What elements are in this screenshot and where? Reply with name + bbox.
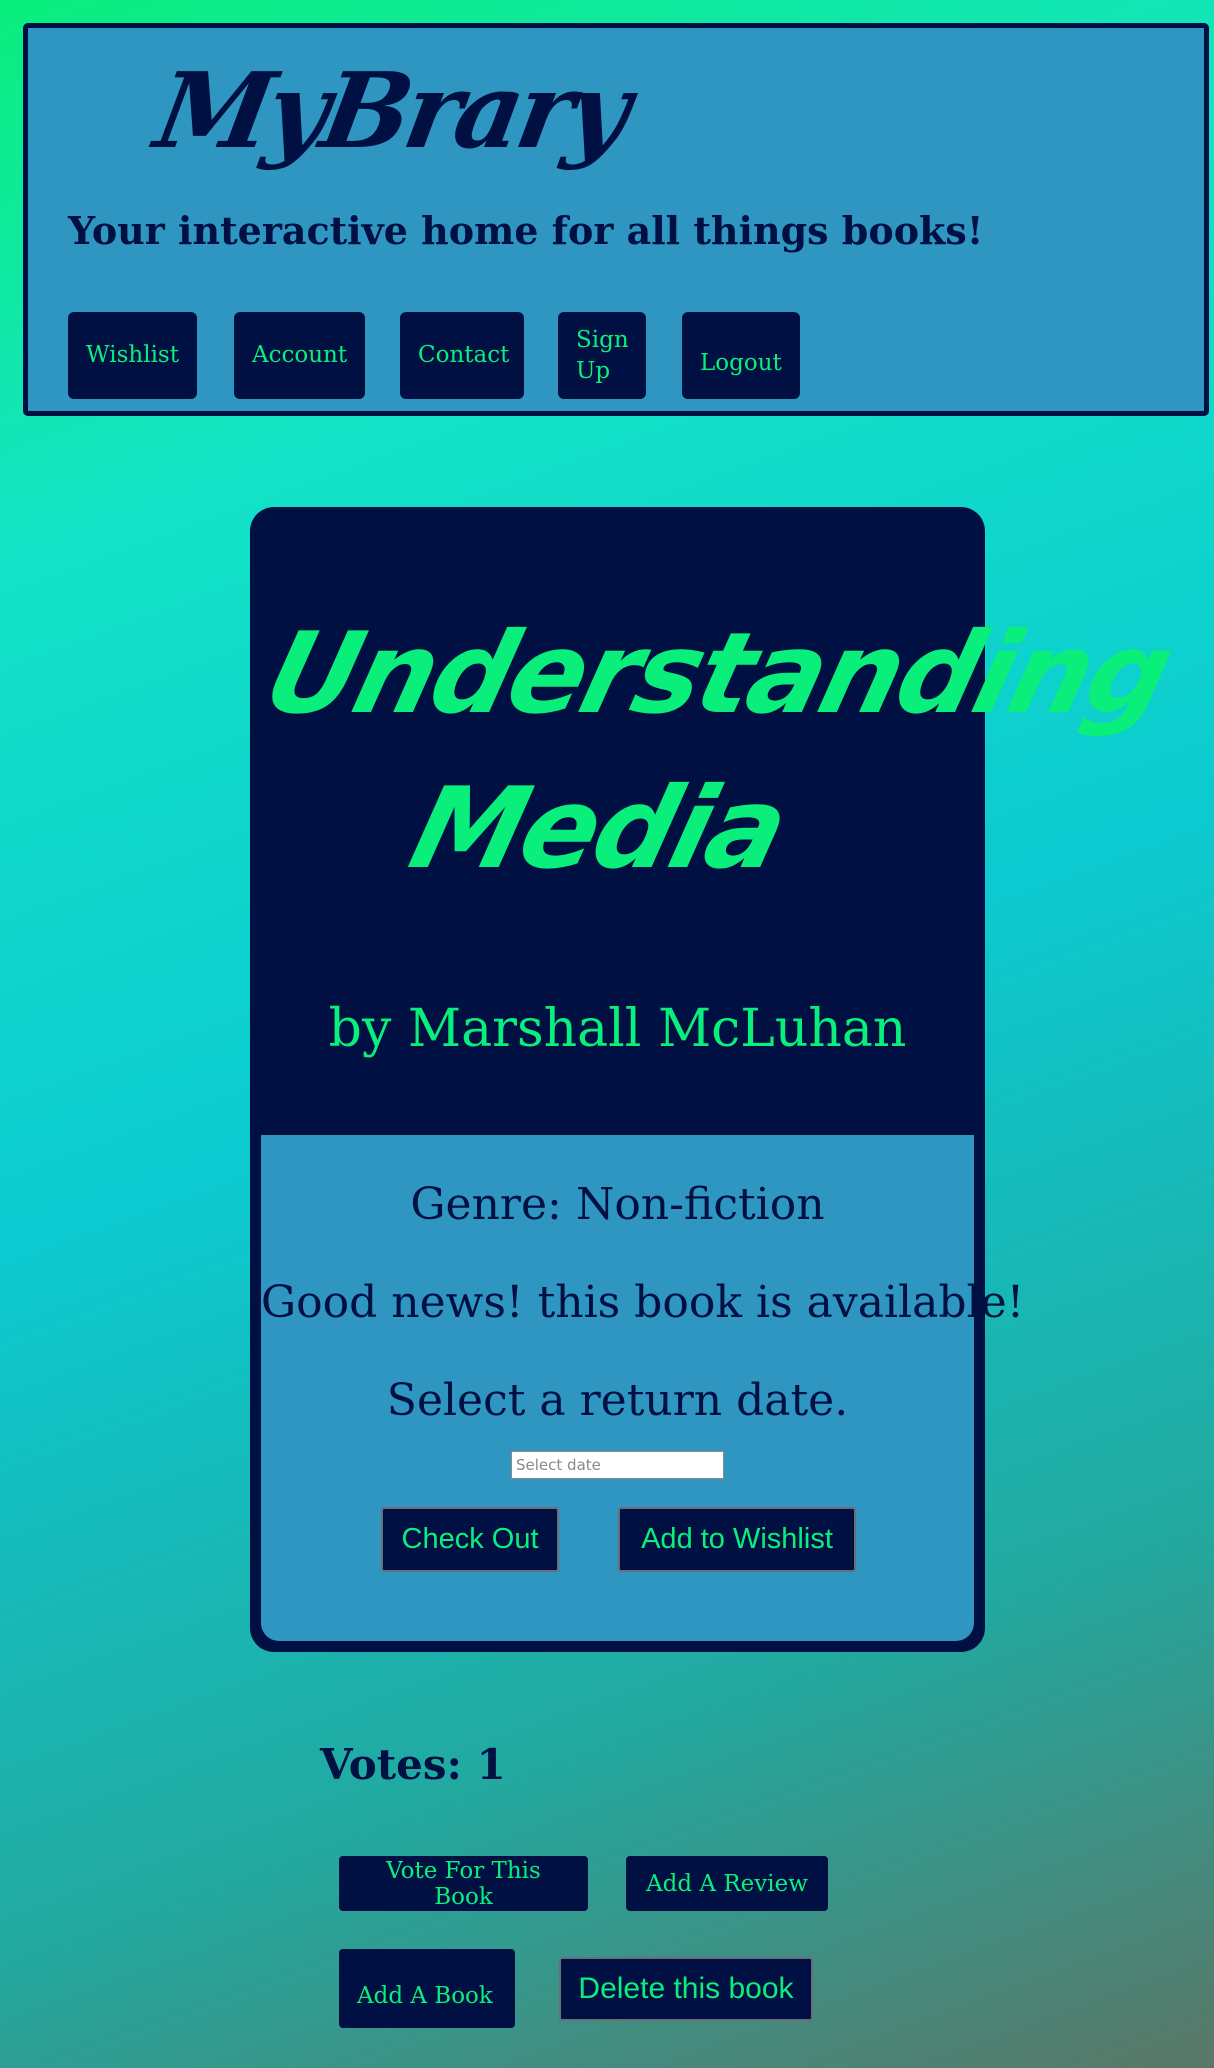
delete-book-button[interactable]: Delete this book bbox=[559, 1957, 813, 2021]
add-to-wishlist-label: Add to Wishlist bbox=[641, 1523, 833, 1555]
book-genre: Genre: Non-fiction bbox=[410, 1179, 825, 1230]
add-review-label: Add A Review bbox=[646, 1870, 808, 1897]
availability-message: Good news! this book is available! bbox=[261, 1277, 1025, 1328]
site-header: MyBrary Your interactive home for all th… bbox=[23, 23, 1209, 416]
nav-signup-label-line1: Sign bbox=[576, 326, 629, 353]
vote-for-book-label: Vote For This Book bbox=[386, 1857, 541, 1910]
nav-signup-button[interactable]: Sign Up bbox=[558, 312, 646, 399]
book-title: Understanding Media bbox=[211, 597, 1182, 907]
add-to-wishlist-button[interactable]: Add to Wishlist bbox=[618, 1507, 856, 1572]
book-title-line2: Media bbox=[398, 764, 798, 894]
nav-wishlist-label: Wishlist bbox=[86, 342, 179, 368]
nav-wishlist-button[interactable]: Wishlist bbox=[68, 312, 197, 399]
site-tagline: Your interactive home for all things boo… bbox=[68, 208, 984, 253]
book-details-panel: Genre: Non-fiction Good news! this book … bbox=[261, 1135, 1025, 1641]
vote-count: Votes: 1 bbox=[320, 1740, 506, 1789]
nav-signup-label-line2: Up bbox=[576, 357, 611, 384]
nav-account-label: Account bbox=[252, 342, 348, 368]
nav-contact-button[interactable]: Contact bbox=[400, 312, 524, 399]
site-logo[interactable]: MyBrary bbox=[147, 46, 636, 176]
return-date-prompt: Select a return date. bbox=[386, 1375, 849, 1426]
book-card: Understanding Media by Marshall McLuhan … bbox=[250, 507, 1183, 1652]
check-out-label: Check Out bbox=[401, 1523, 539, 1555]
add-book-label: Add A Book bbox=[357, 1982, 493, 2009]
nav-logout-label: Logout bbox=[700, 349, 782, 376]
book-author: by Marshall McLuhan bbox=[328, 999, 907, 1059]
vote-for-book-button[interactable]: Vote For This Book bbox=[339, 1856, 588, 1911]
add-review-button[interactable]: Add A Review bbox=[626, 1856, 828, 1911]
nav-account-button[interactable]: Account bbox=[234, 312, 365, 399]
return-date-input[interactable] bbox=[511, 1451, 724, 1479]
delete-book-label: Delete this book bbox=[578, 1972, 794, 2005]
add-book-button[interactable]: Add A Book bbox=[339, 1949, 515, 2028]
check-out-button[interactable]: Check Out bbox=[381, 1507, 559, 1572]
nav-logout-button[interactable]: Logout bbox=[682, 312, 800, 399]
book-title-line1: Understanding bbox=[253, 609, 1183, 739]
nav-contact-label: Contact bbox=[418, 342, 510, 368]
